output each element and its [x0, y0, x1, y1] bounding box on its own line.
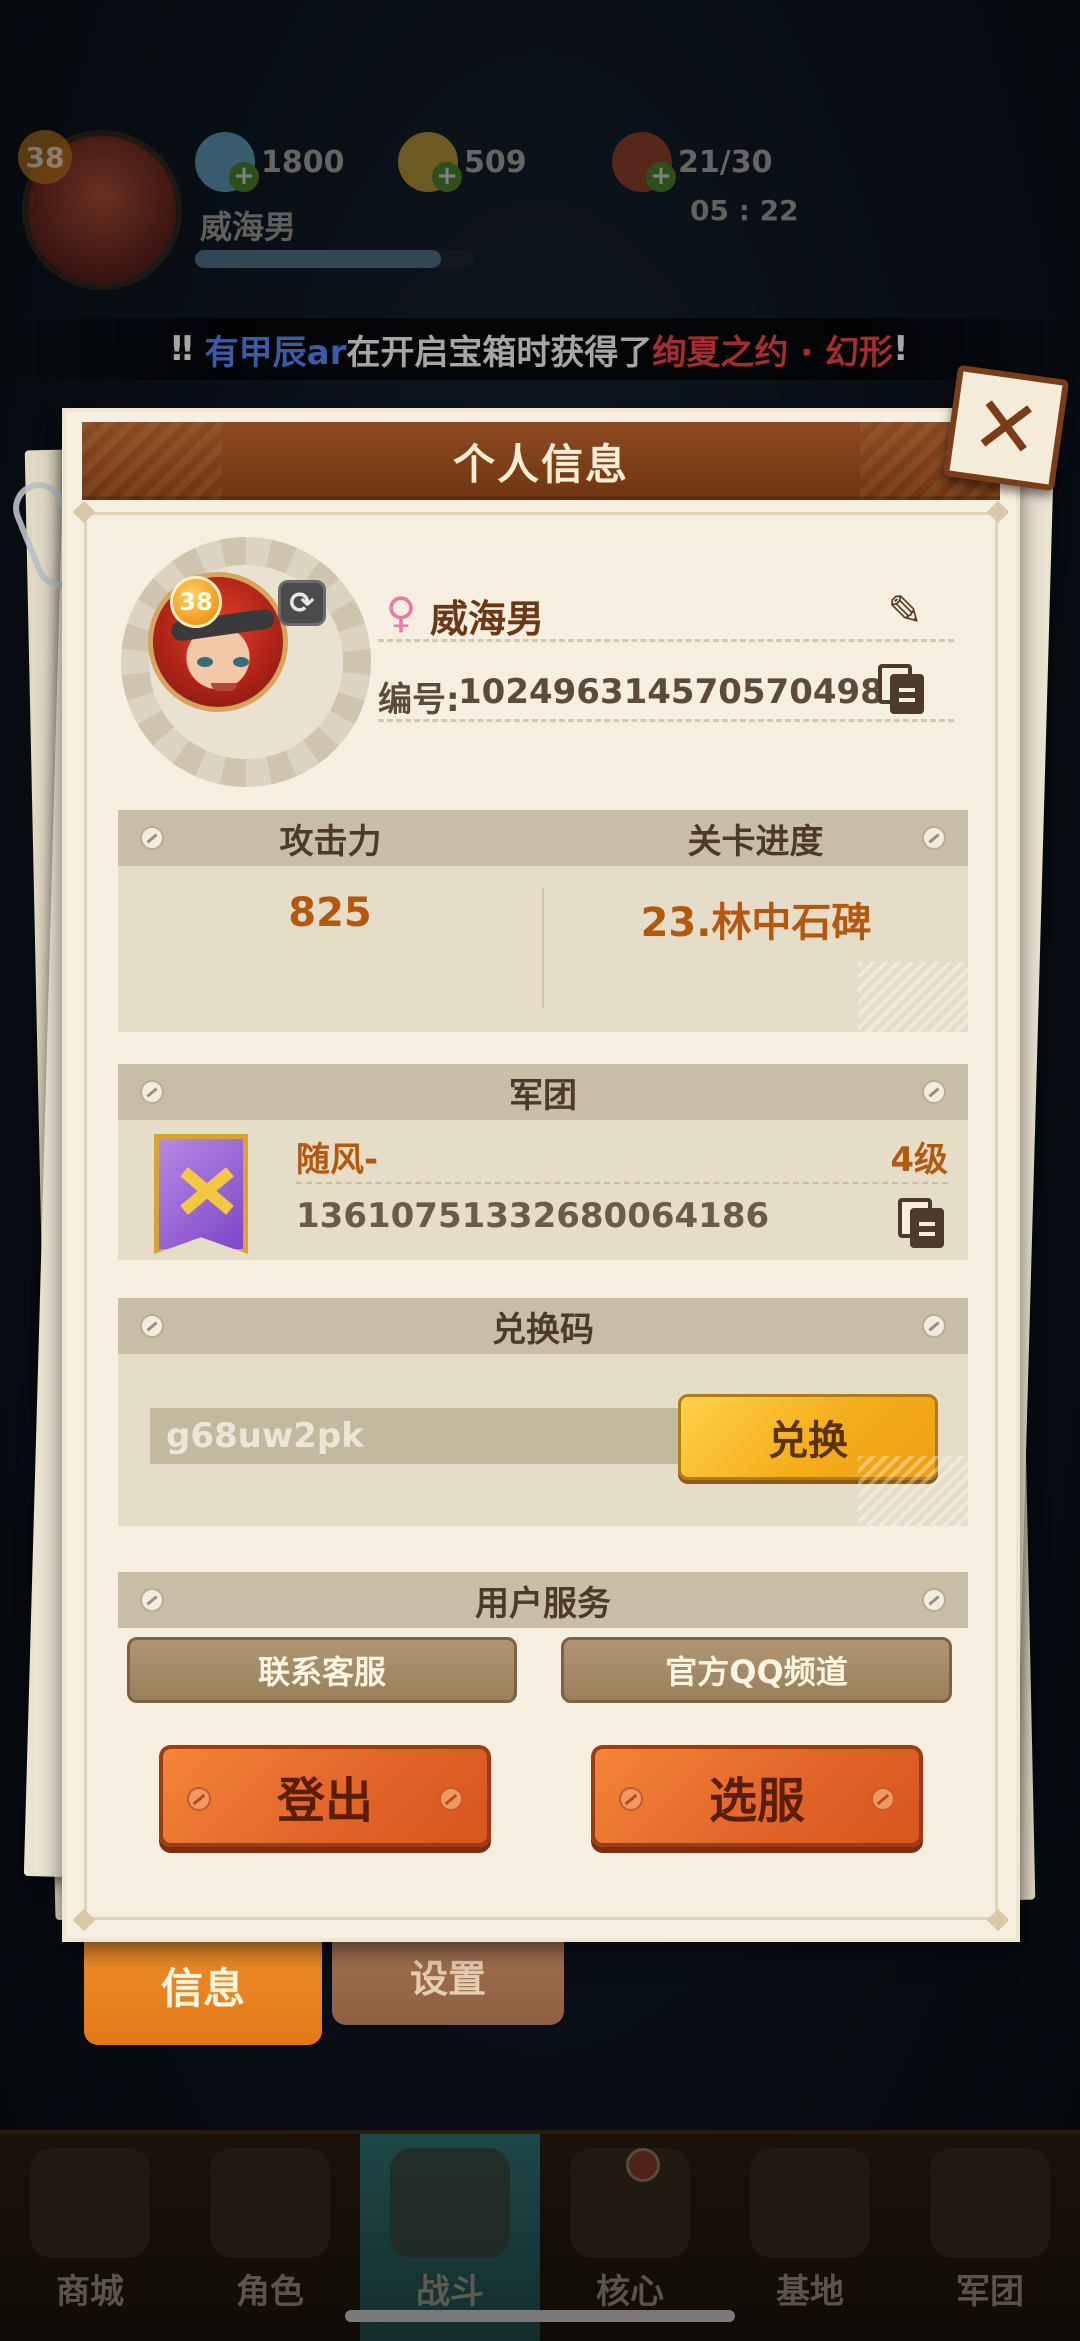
legion-section: 军团 随风- 4级 1361075133268006418​6 — [118, 1064, 968, 1260]
contact-support-button[interactable]: 联系客服 — [127, 1637, 517, 1703]
service-section: 用户服务 — [118, 1572, 968, 1628]
legion-header-label: 军团 — [509, 1075, 577, 1116]
attack-value: 825 — [288, 890, 372, 936]
legion-name: 随风- — [296, 1140, 379, 1180]
copy-id-button[interactable] — [878, 664, 926, 714]
close-button[interactable]: ✕ — [942, 364, 1070, 492]
id-row: 编号: 1024963145705704984 — [378, 662, 954, 722]
redeem-section: 兑换码 兑换 — [118, 1298, 968, 1526]
redeem-header: 兑换码 — [118, 1298, 968, 1354]
legion-emblem-icon — [154, 1134, 248, 1254]
name-row: ♀ 威海男 ✎ — [378, 582, 954, 642]
stats-section: 攻击力 关卡进度 825 23.林中石碑 — [118, 810, 968, 1032]
panel-title: 个人信息 — [82, 422, 1000, 500]
id-label: 编号: — [378, 680, 460, 720]
qq-channel-button[interactable]: 官方QQ频道 — [561, 1637, 952, 1703]
redeem-code-input[interactable] — [150, 1408, 680, 1464]
stats-header: 攻击力 关卡进度 — [118, 810, 968, 866]
select-server-label: 选服 — [708, 1773, 805, 1829]
corner-ornament — [986, 500, 1010, 524]
service-header: 用户服务 — [118, 1572, 968, 1628]
logout-label: 登出 — [276, 1773, 373, 1829]
swap-icon: ⟳ — [289, 585, 315, 621]
stage-value: 23.林中石碑 — [640, 900, 872, 946]
female-icon: ♀ — [385, 588, 417, 637]
legion-id: 1361075133268006418​6 — [296, 1196, 770, 1236]
corner-ornament — [986, 1908, 1010, 1932]
edit-name-button[interactable]: ✎ — [878, 586, 932, 636]
edit-icon: ✎ — [887, 586, 923, 635]
copy-legion-id-button[interactable] — [898, 1198, 946, 1248]
redeem-header-label: 兑换码 — [492, 1309, 594, 1350]
close-icon: ✕ — [966, 376, 1046, 479]
select-server-button[interactable]: 选服 — [591, 1745, 923, 1847]
profile-panel: 个人信息 38 ⟳ ♀ 威海男 ✎ 编号: 102496314570570498… — [62, 408, 1020, 1942]
level-badge: 38 — [170, 576, 222, 628]
stage-label: 关卡进度 — [687, 821, 824, 862]
player-name: 威海男 — [430, 597, 545, 641]
change-avatar-button[interactable]: ⟳ — [278, 580, 326, 626]
logout-button[interactable]: 登出 — [159, 1745, 491, 1847]
attack-label: 攻击力 — [279, 821, 382, 862]
corner-ornament — [72, 1908, 96, 1932]
tab-info[interactable]: 信息 — [84, 1925, 322, 2045]
corner-ornament — [72, 500, 96, 524]
legion-header: 军团 — [118, 1064, 968, 1120]
legion-level: 4级 — [890, 1140, 948, 1180]
player-id: 1024963145705704984 — [458, 672, 908, 712]
service-header-label: 用户服务 — [475, 1583, 611, 1624]
